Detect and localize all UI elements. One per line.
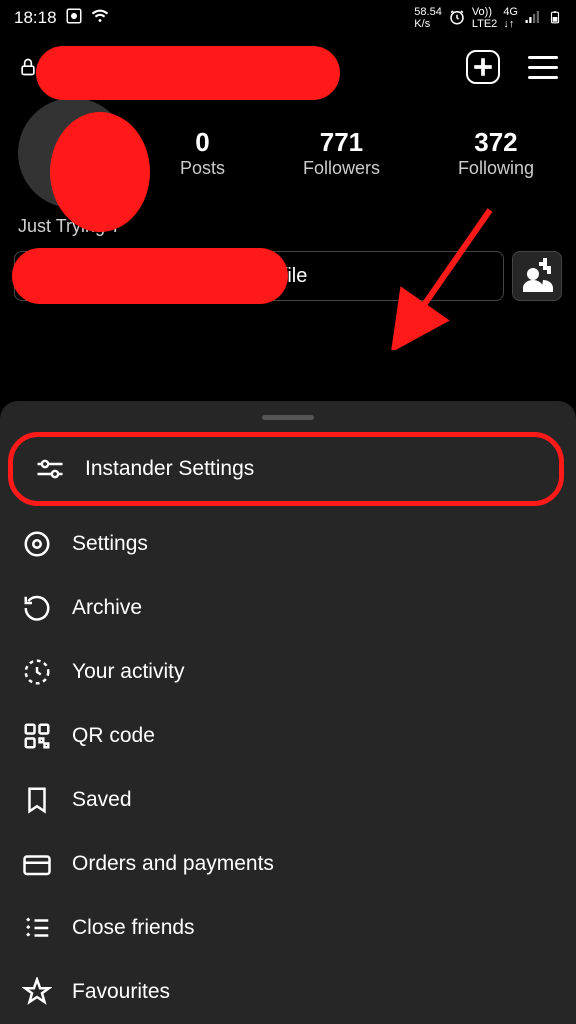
- activity-icon: [22, 657, 52, 687]
- menu-item-favourites[interactable]: Favourites: [0, 960, 576, 1024]
- menu-item-orders-payments[interactable]: Orders and payments: [0, 832, 576, 896]
- menu-label: QR code: [72, 724, 155, 748]
- signal-icon: [524, 8, 542, 29]
- status-bar: 18:18 58.54 K/s Vo)) LTE2 4G ↓↑: [0, 0, 576, 36]
- bookmark-icon: [22, 785, 52, 815]
- wifi-icon: [91, 7, 109, 30]
- username-area[interactable]: [18, 57, 38, 77]
- followers-stat[interactable]: 771 Followers: [303, 127, 380, 179]
- redaction-mark: [12, 248, 288, 304]
- menu-item-qr-code[interactable]: QR code: [0, 704, 576, 768]
- lock-icon: [18, 57, 38, 77]
- drawer-handle[interactable]: [262, 415, 314, 420]
- menu-label: Close friends: [72, 916, 195, 940]
- qr-icon: [22, 721, 52, 751]
- battery-icon: [548, 8, 562, 29]
- posts-stat[interactable]: 0 Posts: [180, 127, 225, 179]
- volte-indicator: Vo)) LTE2: [472, 6, 497, 30]
- status-time: 18:18: [14, 8, 57, 28]
- status-right: 58.54 K/s Vo)) LTE2 4G ↓↑: [414, 6, 562, 30]
- archive-icon: [22, 593, 52, 623]
- menu-label: Favourites: [72, 980, 170, 1004]
- menu-item-instander-settings[interactable]: Instander Settings: [13, 437, 559, 501]
- menu-item-close-friends[interactable]: Close friends: [0, 896, 576, 960]
- hamburger-menu-button[interactable]: [528, 56, 558, 79]
- create-button[interactable]: [466, 50, 500, 84]
- screenshot-icon: [65, 7, 83, 30]
- network-speed: 58.54 K/s: [414, 6, 442, 30]
- menu-label: Instander Settings: [85, 457, 254, 481]
- menu-item-saved[interactable]: Saved: [0, 768, 576, 832]
- menu-label: Your activity: [72, 660, 184, 684]
- card-icon: [22, 849, 52, 879]
- menu-label: Orders and payments: [72, 852, 274, 876]
- settings-drawer: Instander Settings Settings Archive Your…: [0, 401, 576, 1024]
- sliders-icon: [35, 454, 65, 484]
- star-icon: [22, 977, 52, 1007]
- list-stars-icon: [22, 913, 52, 943]
- highlight-annotation: Instander Settings: [8, 432, 564, 506]
- menu-item-archive[interactable]: Archive: [0, 576, 576, 640]
- redaction-mark: [36, 46, 340, 100]
- network-type: 4G ↓↑: [503, 6, 518, 30]
- following-stat[interactable]: 372 Following: [458, 127, 534, 179]
- redaction-mark: [50, 112, 150, 232]
- alarm-icon: [448, 8, 466, 29]
- menu-label: Saved: [72, 788, 132, 812]
- menu-item-your-activity[interactable]: Your activity: [0, 640, 576, 704]
- status-left: 18:18: [14, 7, 109, 30]
- menu-label: Settings: [72, 532, 148, 556]
- menu-item-settings[interactable]: Settings: [0, 512, 576, 576]
- menu-label: Archive: [72, 596, 142, 620]
- gear-icon: [22, 529, 52, 559]
- discover-people-button[interactable]: [512, 251, 562, 301]
